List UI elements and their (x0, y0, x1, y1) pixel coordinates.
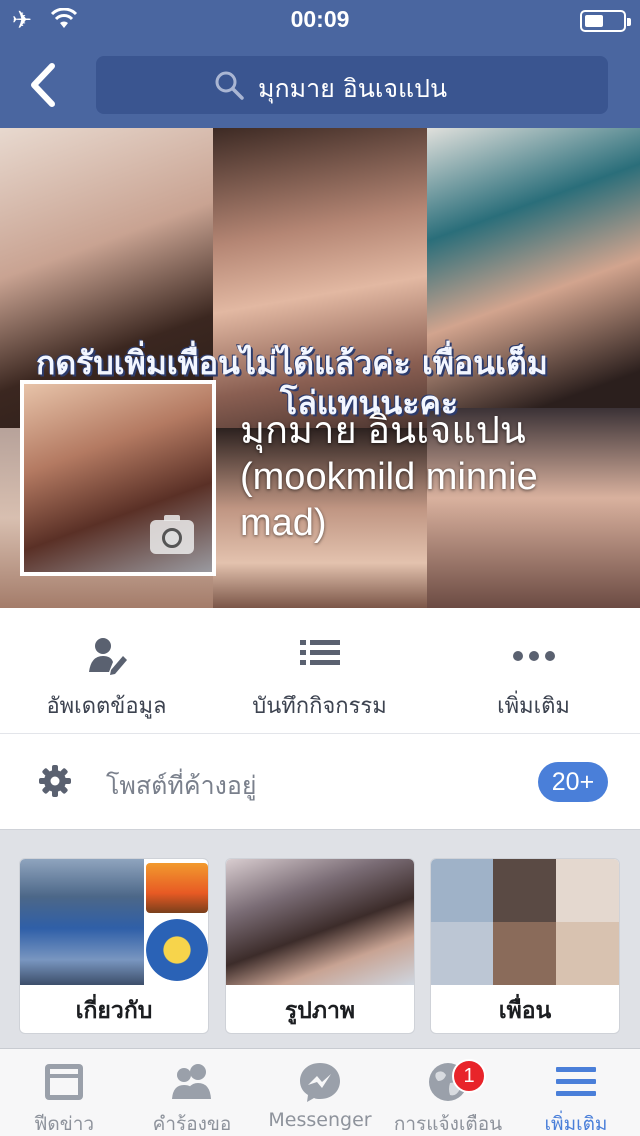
profile-picture[interactable] (20, 380, 216, 576)
tab-notifications[interactable]: 1 การแจ้งเตือน (384, 1049, 512, 1136)
gear-icon (39, 765, 71, 797)
tab-messenger-label: Messenger (268, 1109, 372, 1131)
pending-posts-label: โพสต์ที่ค้างอยู่ (106, 771, 257, 800)
pending-posts-count-badge: 20+ (538, 762, 608, 802)
pending-posts-row[interactable]: โพสต์ที่ค้างอยู่ 20+ (0, 734, 640, 830)
profile-name-line: มุกมาย อินเจแปน (240, 410, 526, 452)
search-bar[interactable]: มุกมาย อินเจแปน (96, 56, 608, 114)
more-icon (512, 651, 555, 661)
about-card-image (20, 859, 208, 985)
profile-screen: ✈ 00:09 มุกมาย อินเจแปน กดรับเพิ่มเพื่อน… (0, 0, 640, 1136)
photos-card-image (226, 859, 414, 985)
tab-friend-requests[interactable]: คำร้องขอ (128, 1049, 256, 1136)
friend-requests-icon (172, 1064, 211, 1099)
profile-cards: เกี่ยวกับ รูปภาพ เพื่อน (0, 830, 640, 1048)
tab-friend-requests-label: คำร้องขอ (152, 1113, 232, 1135)
tab-more-label: เพิ่มเติม (544, 1113, 608, 1135)
menu-icon (556, 1067, 596, 1096)
status-bar: ✈ 00:09 (0, 0, 640, 40)
profile-name: มุกมาย อินเจแปน (mookmild minnie mad) (240, 408, 630, 546)
photos-card-label: รูปภาพ (284, 998, 356, 1024)
friends-card-label: เพื่อน (498, 998, 552, 1024)
activity-log-icon (299, 640, 340, 665)
notification-count-badge: 1 (452, 1059, 486, 1093)
friends-card-image (431, 859, 619, 985)
search-icon (215, 71, 244, 100)
update-info-icon (88, 638, 127, 675)
about-card[interactable]: เกี่ยวกับ (19, 858, 209, 1034)
update-info-label: อัพเดตข้อมูล (46, 694, 167, 719)
more-button[interactable]: เพิ่มเติม (427, 608, 640, 734)
camera-icon[interactable] (150, 515, 194, 554)
update-info-button[interactable]: อัพเดตข้อมูล (0, 608, 213, 734)
messenger-icon (300, 1063, 340, 1102)
logo-image (146, 863, 208, 913)
tab-notifications-label: การแจ้งเตือน (393, 1113, 503, 1135)
news-feed-icon (45, 1064, 83, 1100)
profile-actions: อัพเดตข้อมูล บันทึกกิจกรรม เพิ่มเติม (0, 608, 640, 734)
photos-card[interactable]: รูปภาพ (225, 858, 415, 1034)
top-bar: ✈ 00:09 มุกมาย อินเจแปน (0, 0, 640, 128)
back-arrow-icon[interactable] (26, 60, 66, 110)
profile-name-line: mad) (240, 502, 327, 544)
activity-log-button[interactable]: บันทึกกิจกรรม (213, 608, 426, 734)
activity-log-label: บันทึกกิจกรรม (252, 694, 387, 719)
search-text: มุกมาย อินเจแปน (258, 74, 448, 103)
battery-icon (580, 10, 631, 32)
profile-name-line: (mookmild minnie (240, 456, 538, 498)
tab-news-feed[interactable]: ฟีดข่าว (0, 1049, 128, 1136)
tab-bar: ฟีดข่าว คำร้องขอ Messenger 1 การแจ้งเตือ… (0, 1048, 640, 1136)
more-label: เพิ่มเติม (497, 694, 570, 719)
status-time: 00:09 (290, 6, 350, 32)
about-card-label: เกี่ยวกับ (75, 998, 153, 1024)
tab-news-feed-label: ฟีดข่าว (33, 1113, 95, 1135)
emblem-image (146, 919, 208, 981)
tab-messenger[interactable]: Messenger (256, 1049, 384, 1136)
friends-card[interactable]: เพื่อน (430, 858, 620, 1034)
tab-more[interactable]: เพิ่มเติม (512, 1049, 640, 1136)
